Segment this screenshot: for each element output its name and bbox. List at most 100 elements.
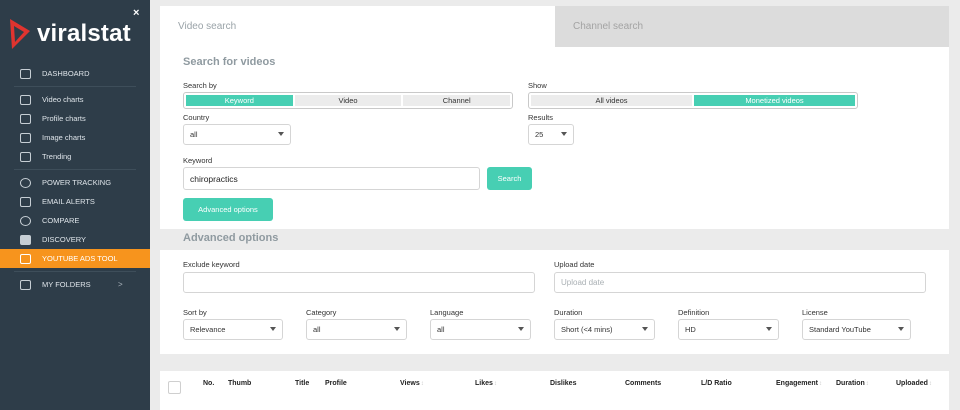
column-header-uploaded[interactable]: Uploaded↕ — [896, 380, 932, 387]
keyword-input[interactable]: chiropractics — [183, 167, 480, 190]
sidebar-item-my-folders[interactable]: MY FOLDERS > — [0, 275, 150, 294]
search-by-keyword-button[interactable]: Keyword — [186, 95, 293, 106]
sidebar-divider — [14, 271, 136, 272]
sidebar-item-youtube-ads-tool[interactable]: YOUTUBE ADS TOOL — [0, 249, 150, 268]
country-value: all — [190, 130, 198, 139]
sidebar: viralstat × DASHBOARD Video charts Profi… — [0, 0, 150, 410]
envelope-icon — [20, 196, 31, 207]
column-header-uploaded-label: Uploaded — [896, 380, 928, 387]
column-header-no[interactable]: No. — [203, 380, 214, 387]
upload-date-label: Upload date — [554, 260, 595, 269]
results-value: 25 — [535, 130, 544, 139]
sort-icon: ↕ — [928, 381, 932, 387]
sort-icon: ↕ — [865, 381, 869, 387]
chevron-down-icon — [270, 327, 276, 331]
sidebar-nav: DASHBOARD Video charts Profile charts Im… — [0, 64, 150, 294]
film-icon — [20, 253, 31, 264]
sidebar-item-label: EMAIL ALERTS — [42, 197, 95, 206]
results-select[interactable]: 25 — [528, 124, 574, 145]
sidebar-item-label: COMPARE — [42, 216, 80, 225]
sort-by-label: Sort by — [183, 308, 207, 317]
sidebar-item-discovery[interactable]: DISCOVERY — [0, 230, 150, 249]
exclude-keyword-input[interactable] — [183, 272, 535, 293]
category-select[interactable]: all — [306, 319, 407, 340]
upload-date-placeholder: Upload date — [561, 278, 605, 287]
chevron-down-icon — [642, 327, 648, 331]
sort-by-value: Relevance — [190, 325, 226, 334]
category-value: all — [313, 325, 321, 334]
column-header-engagement[interactable]: Engagement↕ — [776, 380, 822, 387]
show-toggle: All videos Monetized videos — [528, 92, 858, 109]
sidebar-item-label: MY FOLDERS — [42, 280, 91, 289]
advanced-options-title: Advanced options — [183, 232, 279, 244]
show-all-videos-button[interactable]: All videos — [531, 95, 692, 106]
chevron-down-icon — [518, 327, 524, 331]
column-header-dislikes[interactable]: Dislikes — [550, 380, 576, 387]
column-header-thumb[interactable]: Thumb — [228, 380, 251, 387]
sidebar-item-profile-charts[interactable]: Profile charts — [0, 109, 150, 128]
search-by-video-button[interactable]: Video — [294, 95, 402, 106]
tab-video-search[interactable]: Video search — [160, 6, 555, 47]
duration-value: Short (<4 mins) — [561, 325, 613, 334]
search-button[interactable]: Search — [487, 167, 532, 190]
show-monetized-videos-button[interactable]: Monetized videos — [694, 95, 855, 106]
language-label: Language — [430, 308, 464, 317]
sidebar-item-power-tracking[interactable]: POWER TRACKING — [0, 173, 150, 192]
column-header-likes-label: Likes — [475, 380, 493, 387]
language-select[interactable]: all — [430, 319, 531, 340]
language-value: all — [437, 325, 445, 334]
definition-label: Definition — [678, 308, 710, 317]
column-header-duration-label: Duration — [836, 380, 865, 387]
dashboard-icon — [20, 68, 31, 79]
category-label: Category — [306, 308, 337, 317]
image-charts-icon — [20, 132, 31, 143]
chevron-down-icon — [394, 327, 400, 331]
sidebar-item-video-charts[interactable]: Video charts — [0, 90, 150, 109]
duration-select[interactable]: Short (<4 mins) — [554, 319, 655, 340]
sort-icon: ↕ — [493, 381, 497, 387]
license-label: License — [802, 308, 828, 317]
search-by-channel-button[interactable]: Channel — [403, 95, 511, 106]
sidebar-item-dashboard[interactable]: DASHBOARD — [0, 64, 150, 83]
chevron-right-icon: > — [118, 280, 123, 289]
advanced-options-button[interactable]: Advanced options — [183, 198, 273, 221]
sidebar-item-label: DISCOVERY — [42, 235, 87, 244]
column-header-comments[interactable]: Comments — [625, 380, 661, 387]
sidebar-item-label: POWER TRACKING — [42, 178, 112, 187]
sort-icon: ↕ — [819, 381, 823, 387]
sidebar-item-label: DASHBOARD — [42, 69, 90, 78]
search-panel: Search for videos Search by Keyword Vide… — [160, 47, 949, 229]
sidebar-item-trending[interactable]: Trending — [0, 147, 150, 166]
select-all-checkbox[interactable] — [168, 381, 181, 394]
viralstat-logo[interactable]: viralstat — [8, 16, 131, 52]
sidebar-item-label: Profile charts — [42, 114, 86, 123]
folder-icon — [20, 279, 31, 290]
column-header-ld-ratio[interactable]: L/D Ratio — [701, 380, 732, 387]
search-section-title: Search for videos — [183, 56, 276, 68]
sidebar-item-image-charts[interactable]: Image charts — [0, 128, 150, 147]
video-charts-icon — [20, 94, 31, 105]
advanced-options-panel: Exclude keyword Upload date Upload date … — [160, 250, 949, 354]
country-label: Country — [183, 113, 210, 122]
close-icon[interactable]: × — [133, 7, 139, 19]
upload-date-input[interactable]: Upload date — [554, 272, 926, 293]
column-header-likes[interactable]: Likes↕ — [475, 380, 497, 387]
show-label: Show — [528, 81, 547, 90]
license-select[interactable]: Standard YouTube — [802, 319, 911, 340]
sort-by-select[interactable]: Relevance — [183, 319, 283, 340]
sidebar-item-label: Video charts — [42, 95, 84, 104]
column-header-title[interactable]: Title — [295, 380, 309, 387]
country-select[interactable]: all — [183, 124, 291, 145]
sort-icon: ↕ — [420, 381, 424, 387]
advanced-options-heading-wrap: Advanced options — [183, 232, 278, 244]
definition-select[interactable]: HD — [678, 319, 779, 340]
tab-channel-search[interactable]: Channel search — [555, 6, 949, 47]
column-header-profile[interactable]: Profile — [325, 380, 347, 387]
sidebar-item-compare[interactable]: COMPARE — [0, 211, 150, 230]
exclude-keyword-label: Exclude keyword — [183, 260, 240, 269]
sidebar-divider — [14, 86, 136, 87]
sidebar-item-email-alerts[interactable]: EMAIL ALERTS — [0, 192, 150, 211]
column-header-views[interactable]: Views↕ — [400, 380, 424, 387]
duration-label: Duration — [554, 308, 583, 317]
column-header-duration[interactable]: Duration↕ — [836, 380, 869, 387]
